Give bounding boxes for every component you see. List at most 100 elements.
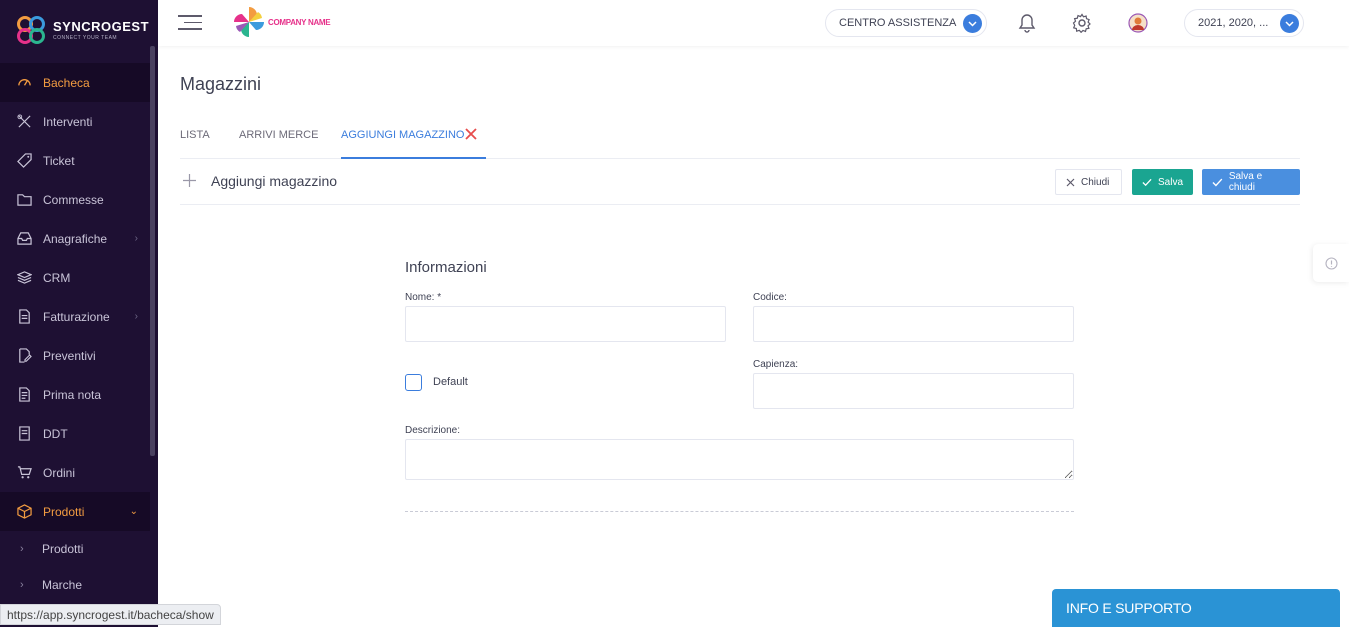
sidebar-item-ddt[interactable]: DDT: [0, 414, 150, 453]
topbar: COMPANY NAME CENTRO ASSISTENZA 2021, 202…: [158, 0, 1349, 46]
sidebar-subitem-marche[interactable]: › Marche: [0, 567, 150, 603]
syncrogest-logo-icon: [17, 16, 45, 44]
sidebar-item-label: Commesse: [43, 192, 104, 207]
chevron-right-icon: ›: [20, 579, 24, 591]
gear-icon[interactable]: [1070, 11, 1094, 35]
sidebar-item-fatturazione[interactable]: Fatturazione ›: [0, 297, 150, 336]
sidebar: SYNCROGEST CONNECT YOUR TEAM Bacheca Int…: [0, 0, 158, 627]
cart-icon: [15, 464, 33, 482]
sidebar-item-label: Preventivi: [43, 348, 96, 363]
sidebar-subitem-label: Prodotti: [42, 542, 84, 556]
brand-name: SYNCROGEST: [53, 19, 150, 34]
assistance-dropdown[interactable]: CENTRO ASSISTENZA: [825, 9, 987, 37]
sidebar-item-label: Prodotti: [43, 504, 85, 519]
plus-icon: [183, 174, 196, 187]
support-chat-button[interactable]: INFO E SUPPORTO: [1052, 589, 1340, 627]
sidebar-subitem-prodotti[interactable]: › Prodotti: [0, 531, 150, 567]
brand-tagline: CONNECT YOUR TEAM: [53, 35, 118, 41]
dashboard-gauge-icon: [15, 74, 33, 92]
side-info-tab[interactable]: [1313, 244, 1349, 282]
chevron-right-icon: ›: [20, 543, 24, 555]
tab-lista[interactable]: LISTA: [180, 129, 210, 141]
avatar[interactable]: [1126, 11, 1150, 35]
default-checkbox[interactable]: [405, 374, 422, 391]
sidebar-item-label: DDT: [43, 426, 68, 441]
tab-arrivi-merce[interactable]: ARRIVI MERCE: [239, 129, 318, 141]
chevron-right-icon: ›: [134, 311, 138, 322]
years-dropdown[interactable]: 2021, 2020, ...: [1184, 9, 1304, 37]
sidebar-item-label: Fatturazione: [43, 309, 110, 324]
box-icon: [15, 503, 33, 521]
page-icon: [15, 425, 33, 443]
company-name-text: COMPANY NAME: [268, 17, 331, 27]
sidebar-item-ordini[interactable]: Ordini: [0, 453, 150, 492]
sidebar-item-commesse[interactable]: Commesse: [0, 180, 150, 219]
status-url: https://app.syncrogest.it/bacheca/show: [0, 604, 221, 625]
save-and-close-button-label: Salva e chiudi: [1228, 171, 1263, 193]
form-section-title: Informazioni: [405, 259, 487, 276]
inbox-icon: [15, 230, 33, 248]
chevron-down-icon: ⌄: [129, 506, 138, 517]
chevron-right-icon: ›: [134, 233, 138, 244]
company-logo[interactable]: COMPANY NAME: [232, 5, 331, 39]
bell-icon[interactable]: [1015, 11, 1039, 35]
sidebar-item-label: Anagrafiche: [43, 231, 108, 246]
layers-icon: [15, 269, 33, 287]
default-label: Default: [433, 376, 468, 388]
card-title: Aggiungi magazzino: [211, 173, 338, 189]
close-button-label: Chiudi: [1081, 176, 1110, 188]
page-title: Magazzini: [180, 74, 262, 94]
save-button[interactable]: Salva: [1132, 169, 1193, 195]
edit-document-icon: [15, 347, 33, 365]
sidebar-scrollbar[interactable]: [150, 46, 155, 456]
sidebar-item-label: Interventi: [43, 114, 93, 129]
sidebar-item-interventi[interactable]: Interventi: [0, 102, 150, 141]
document-icon: [15, 308, 33, 326]
check-icon: [1142, 178, 1152, 186]
sidebar-item-label: Prima nota: [43, 387, 102, 402]
check-icon: [1212, 178, 1223, 186]
codice-input[interactable]: [753, 306, 1074, 342]
hamburger-menu-icon[interactable]: [178, 15, 202, 31]
brand-logo[interactable]: SYNCROGEST CONNECT YOUR TEAM: [14, 12, 149, 48]
info-icon: [1324, 256, 1338, 270]
sidebar-item-preventivi[interactable]: Preventivi: [0, 336, 150, 375]
nome-input[interactable]: [405, 306, 726, 342]
chevron-down-icon: [963, 14, 982, 33]
sidebar-item-label: Bacheca: [43, 75, 90, 90]
nome-label: Nome: *: [405, 292, 442, 303]
capienza-input[interactable]: [753, 373, 1074, 409]
sidebar-item-label: Ordini: [43, 465, 76, 480]
sidebar-item-bacheca[interactable]: Bacheca: [0, 63, 150, 102]
save-and-close-button[interactable]: Salva e chiudi: [1202, 169, 1300, 195]
sidebar-item-prodotti[interactable]: Prodotti ⌄: [0, 492, 150, 531]
sidebar-subitem-label: Marche: [42, 578, 83, 592]
close-icon: [1066, 178, 1075, 186]
sidebar-item-label: Ticket: [43, 153, 75, 168]
sidebar-item-ticket[interactable]: Ticket: [0, 141, 150, 180]
sidebar-item-anagrafiche[interactable]: Anagrafiche ›: [0, 219, 150, 258]
main-content: Magazzini LISTA ARRIVI MERCE AGGIUNGI MA…: [158, 46, 1349, 627]
tab-aggiungi-magazzino[interactable]: AGGIUNGI MAGAZZINO: [341, 129, 464, 141]
sidebar-item-prima-nota[interactable]: Prima nota: [0, 375, 150, 414]
pinwheel-logo-icon: [234, 7, 264, 37]
save-button-label: Salva: [1157, 176, 1183, 188]
close-button[interactable]: Chiudi: [1055, 169, 1122, 195]
tools-icon: [15, 113, 33, 131]
sidebar-item-label: CRM: [43, 270, 71, 285]
capienza-label: Capienza:: [753, 359, 799, 370]
years-label: 2021, 2020, ...: [1198, 17, 1269, 29]
codice-label: Codice:: [753, 292, 787, 303]
assistance-label: CENTRO ASSISTENZA: [839, 17, 957, 29]
form-divider: [405, 511, 1074, 512]
descrizione-label: Descrizione:: [405, 425, 461, 436]
sidebar-item-crm[interactable]: CRM: [0, 258, 150, 297]
tab-bar: LISTA ARRIVI MERCE AGGIUNGI MAGAZZINO: [180, 120, 1300, 159]
tag-icon: [15, 152, 33, 170]
descrizione-textarea[interactable]: [405, 439, 1074, 480]
card-header: Aggiungi magazzino Chiudi Salva Salva e …: [180, 159, 1300, 205]
chevron-down-icon: [1280, 14, 1299, 33]
notes-icon: [15, 386, 33, 404]
close-tab-icon[interactable]: [463, 126, 479, 142]
folder-icon: [15, 191, 33, 209]
